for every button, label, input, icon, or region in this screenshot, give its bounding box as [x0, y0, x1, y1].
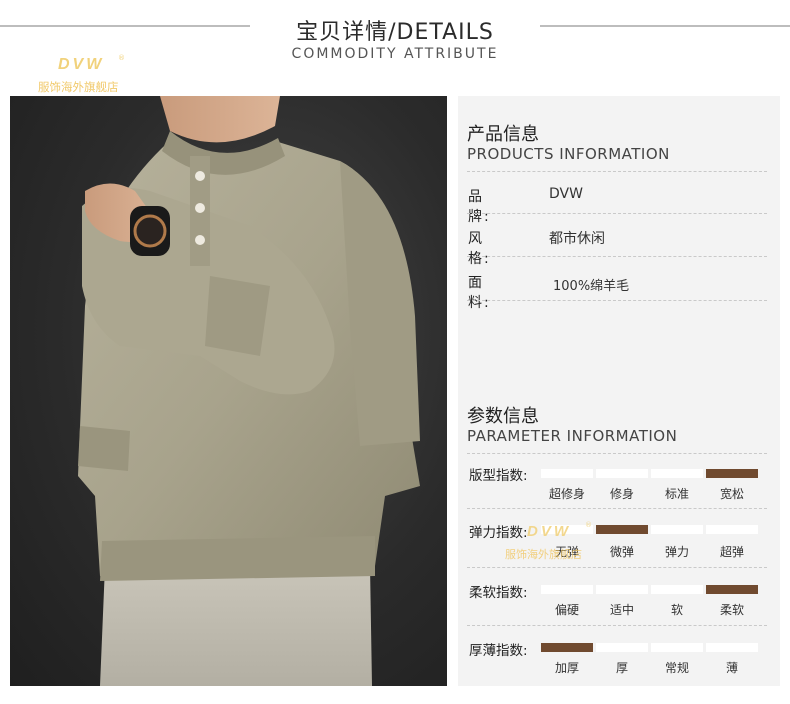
scale-option: 超修身	[548, 487, 585, 501]
page-subtitle: COMMODITY ATTRIBUTE	[291, 46, 499, 62]
watermark-logo: DVW ® 服饰海外旗舰店	[505, 521, 615, 563]
divider	[467, 567, 767, 568]
divider	[467, 256, 767, 257]
scale-option: 厚	[615, 661, 628, 675]
attr-label-brand: 品牌	[468, 186, 511, 226]
products-title-cn: 产品信息	[467, 124, 539, 145]
parameters-title-cn: 参数信息	[467, 406, 539, 427]
logo-store-name: 服饰海外旗舰店	[38, 80, 119, 94]
watermark-store-name: 服饰海外旗舰店	[505, 548, 582, 561]
scale-segment	[651, 469, 703, 478]
scale-option: 偏硬	[554, 603, 579, 617]
divider	[467, 625, 767, 626]
attr-label-style: 风格	[468, 228, 511, 268]
header-divider-left	[0, 25, 250, 27]
registered-icon: ®	[585, 521, 592, 529]
scale-option: 超弹	[719, 545, 744, 559]
page-title: 宝贝详情/DETAILS	[296, 20, 494, 45]
scale-option: 软	[670, 603, 683, 617]
scale-option: 常规	[664, 661, 689, 675]
registered-icon: ®	[118, 54, 125, 62]
logo-mark: DVW	[58, 56, 105, 73]
scale-segment	[596, 469, 648, 478]
attr-value-fabric: 100%绵羊毛	[553, 279, 630, 294]
scale-segment	[651, 643, 703, 652]
divider	[467, 213, 767, 214]
header-divider-right	[540, 25, 790, 27]
store-logo: DVW ® 服饰海外旗舰店	[38, 54, 148, 96]
scale-option: 柔软	[719, 603, 744, 617]
scale-option: 标准	[664, 487, 689, 501]
divider	[467, 508, 767, 509]
scale-option: 修身	[609, 487, 634, 501]
products-title-en: PRODUCTS INFORMATION	[467, 145, 670, 163]
scale-segment	[651, 585, 703, 594]
divider	[467, 171, 767, 172]
param-label: 厚薄指数:	[469, 643, 528, 659]
param-label: 柔软指数:	[469, 585, 528, 601]
scale-segment	[706, 525, 758, 534]
scale-segment	[706, 469, 758, 478]
scale-option: 薄	[725, 661, 738, 675]
scale-segment	[596, 585, 648, 594]
scale-segment	[541, 585, 593, 594]
scale-segment	[541, 469, 593, 478]
attr-value-style: 都市休闲	[549, 231, 605, 247]
watermark-mark: DVW	[527, 523, 571, 540]
scale-segment	[541, 643, 593, 652]
param-label: 版型指数:	[469, 468, 528, 484]
divider	[467, 300, 767, 301]
scale-segment	[596, 643, 648, 652]
scale-segment	[706, 643, 758, 652]
divider	[467, 453, 767, 454]
scale-segment	[706, 585, 758, 594]
scale-segment	[651, 525, 703, 534]
attr-label-fabric: 面料	[468, 272, 511, 312]
attr-value-brand: DVW	[549, 186, 583, 202]
parameters-title-en: PARAMETER INFORMATION	[467, 427, 678, 445]
scale-option: 宽松	[719, 487, 744, 501]
scale-option: 弹力	[664, 545, 689, 559]
sweater-model-illustration	[78, 96, 420, 686]
scale-option: 适中	[609, 603, 634, 617]
product-photo	[10, 96, 447, 686]
scale-option: 加厚	[554, 661, 579, 675]
